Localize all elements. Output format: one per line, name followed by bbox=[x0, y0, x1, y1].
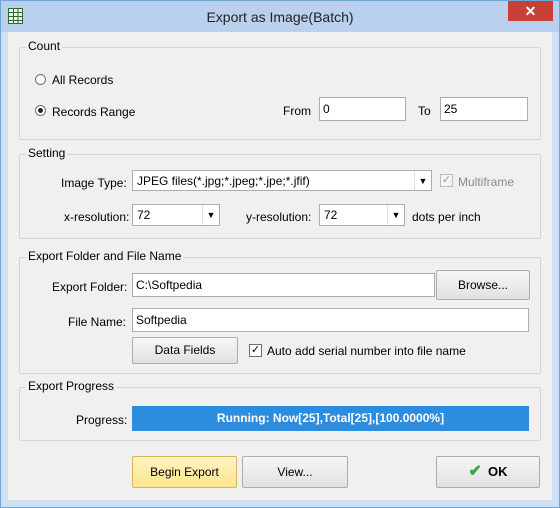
x-resolution-select[interactable]: 72 ▼ bbox=[132, 204, 220, 226]
export-folder-legend: Export Folder and File Name bbox=[26, 249, 184, 263]
to-label: To bbox=[418, 104, 431, 118]
chevron-down-icon: ▼ bbox=[202, 205, 219, 225]
from-input[interactable] bbox=[319, 97, 406, 121]
chevron-down-icon: ▼ bbox=[414, 171, 431, 190]
multiframe-checkbox[interactable]: ✓ bbox=[440, 174, 453, 187]
data-fields-button[interactable]: Data Fields bbox=[132, 337, 238, 364]
title-bar[interactable]: Export as Image(Batch) ✕ bbox=[1, 1, 559, 32]
close-icon: ✕ bbox=[524, 3, 537, 19]
progress-status-text: Running: Now[25],Total[25],[100.0000%] bbox=[216, 411, 445, 425]
count-group: Count All Records Records Range From To bbox=[19, 39, 541, 140]
export-image-dialog: Export as Image(Batch) ✕ Count All Recor… bbox=[0, 0, 560, 508]
view-button[interactable]: View... bbox=[242, 456, 348, 488]
file-name-input[interactable] bbox=[132, 308, 529, 332]
dialog-body: Count All Records Records Range From To … bbox=[8, 32, 552, 500]
export-progress-bar: Running: Now[25],Total[25],[100.0000%] bbox=[132, 406, 529, 431]
setting-legend: Setting bbox=[26, 146, 68, 160]
close-button[interactable]: ✕ bbox=[508, 1, 553, 21]
multiframe-label: Multiframe bbox=[458, 175, 515, 189]
y-resolution-label: y-resolution: bbox=[246, 210, 312, 224]
y-resolution-value: 72 bbox=[324, 208, 338, 222]
export-progress-group: Export Progress Progress: Running: Now[2… bbox=[19, 379, 541, 441]
export-folder-group: Export Folder and File Name Export Folde… bbox=[19, 249, 541, 374]
to-input[interactable] bbox=[440, 97, 528, 121]
auto-serial-label[interactable]: Auto add serial number into file name bbox=[267, 344, 466, 358]
ok-button[interactable]: ✔ OK bbox=[436, 456, 540, 488]
count-legend: Count bbox=[26, 39, 63, 53]
dpi-label: dots per inch bbox=[412, 210, 481, 224]
image-type-label: Image Type: bbox=[61, 176, 127, 190]
y-resolution-select[interactable]: 72 ▼ bbox=[319, 204, 405, 226]
export-folder-input[interactable] bbox=[132, 273, 435, 297]
all-records-radio[interactable] bbox=[35, 74, 46, 85]
window-title: Export as Image(Batch) bbox=[206, 9, 354, 25]
auto-serial-checkbox[interactable]: ✓ bbox=[249, 344, 262, 357]
export-progress-legend: Export Progress bbox=[26, 379, 117, 393]
file-name-label: File Name: bbox=[68, 315, 127, 329]
ok-label: OK bbox=[487, 464, 508, 479]
image-type-value: JPEG files(*.jpg;*.jpeg;*.jpe;*.jfif) bbox=[137, 174, 310, 188]
records-range-radio[interactable] bbox=[35, 105, 46, 116]
setting-group: Setting Image Type: JPEG files(*.jpg;*.j… bbox=[19, 146, 541, 239]
image-type-select[interactable]: JPEG files(*.jpg;*.jpeg;*.jpe;*.jfif) ▼ bbox=[132, 170, 432, 191]
from-label: From bbox=[283, 104, 311, 118]
records-range-label[interactable]: Records Range bbox=[52, 105, 135, 119]
begin-export-button[interactable]: Begin Export bbox=[132, 456, 237, 488]
browse-button[interactable]: Browse... bbox=[436, 270, 530, 300]
x-resolution-label: x-resolution: bbox=[64, 210, 130, 224]
x-resolution-value: 72 bbox=[137, 208, 151, 222]
progress-label: Progress: bbox=[76, 413, 128, 427]
checkmark-icon: ✔ bbox=[468, 463, 482, 480]
export-folder-label: Export Folder: bbox=[52, 280, 128, 294]
chevron-down-icon: ▼ bbox=[387, 205, 404, 225]
all-records-label[interactable]: All Records bbox=[52, 73, 113, 87]
